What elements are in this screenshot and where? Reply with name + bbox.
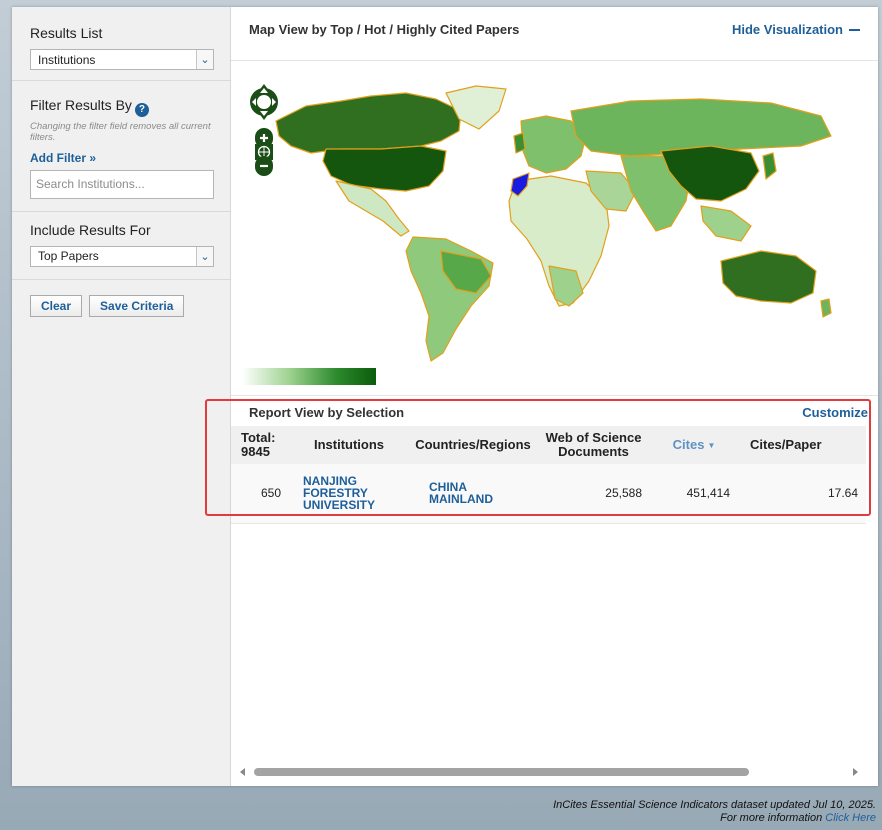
scroll-thumb[interactable] bbox=[254, 768, 749, 776]
total-label: Total: bbox=[241, 430, 276, 445]
hide-visualization-label: Hide Visualization bbox=[731, 22, 843, 37]
chevron-down-icon[interactable]: ⌄ bbox=[196, 50, 213, 69]
more-info-prefix: For more information bbox=[720, 812, 826, 824]
institution-line3: UNIVERSITY bbox=[303, 498, 376, 513]
filter-section: Filter Results By? Changing the filter f… bbox=[12, 81, 230, 212]
country-cell: CHINA MAINLAND bbox=[409, 464, 537, 523]
institution-cell: NANJING FORESTRY UNIVERSITY bbox=[289, 464, 409, 523]
sidebar: Results List Institutions ⌄ Filter Resul… bbox=[12, 7, 231, 786]
map-color-legend bbox=[242, 368, 376, 385]
map-region-se-asia[interactable] bbox=[700, 205, 752, 242]
map-region-japan[interactable] bbox=[762, 152, 777, 180]
horizontal-scrollbar[interactable] bbox=[238, 765, 864, 777]
report-header: Report View by Selection Customize bbox=[231, 396, 878, 426]
map-region-canada[interactable] bbox=[275, 92, 462, 154]
scroll-right-icon[interactable] bbox=[853, 768, 858, 776]
col-cites-label: Cites bbox=[672, 436, 705, 452]
filter-title: Filter Results By? bbox=[30, 97, 212, 117]
results-table: Total: 9845 Institutions Countries/Regio… bbox=[231, 426, 866, 524]
map-header: Map View by Top / Hot / Highly Cited Pap… bbox=[231, 7, 878, 61]
results-list-select[interactable]: Institutions ⌄ bbox=[30, 49, 214, 70]
include-value: Top Papers bbox=[38, 249, 99, 263]
search-institutions-input[interactable] bbox=[30, 169, 214, 199]
world-map[interactable] bbox=[231, 61, 878, 396]
cites-cell: 451,414 bbox=[686, 486, 730, 501]
hide-visualization-button[interactable]: Hide Visualization bbox=[732, 22, 860, 37]
col-countries[interactable]: Countries/Regions bbox=[409, 426, 537, 464]
col-wos-line1: Web of Science bbox=[545, 430, 642, 445]
include-section: Include Results For Top Papers ⌄ bbox=[12, 212, 230, 280]
include-title: Include Results For bbox=[30, 221, 151, 238]
map-region-australia[interactable] bbox=[720, 250, 817, 304]
results-list-title: Results List bbox=[30, 25, 103, 41]
app-window: Results List Institutions ⌄ Filter Resul… bbox=[12, 7, 878, 786]
help-icon[interactable]: ? bbox=[134, 102, 149, 117]
map-region-uk[interactable] bbox=[513, 132, 526, 154]
cpp-cell: 17.64 bbox=[827, 486, 858, 501]
click-here-link[interactable]: Click Here bbox=[825, 812, 876, 824]
more-info-line: For more information Click Here bbox=[553, 812, 876, 825]
country-line2: MAINLAND bbox=[429, 492, 493, 507]
table-header-row: Total: 9845 Institutions Countries/Regio… bbox=[231, 426, 866, 464]
pan-icon[interactable] bbox=[250, 84, 278, 120]
results-list-section: Results List Institutions ⌄ bbox=[12, 7, 230, 81]
map-zoom-controls bbox=[247, 78, 283, 185]
clear-button[interactable]: Clear bbox=[30, 294, 83, 317]
col-institutions[interactable]: Institutions bbox=[289, 426, 409, 464]
scroll-left-icon[interactable] bbox=[240, 768, 245, 776]
col-cites-per-paper[interactable]: Cites/Paper bbox=[738, 426, 866, 464]
total-header: Total: 9845 bbox=[231, 426, 289, 464]
report-title: Report View by Selection bbox=[249, 405, 405, 420]
col-wos-line2: Documents bbox=[558, 444, 629, 459]
save-criteria-button[interactable]: Save Criteria bbox=[89, 294, 185, 317]
filter-title-text: Filter Results By bbox=[30, 97, 132, 113]
country-link[interactable]: CHINA MAINLAND bbox=[429, 481, 537, 505]
world-map-svg[interactable] bbox=[231, 61, 877, 396]
chevron-down-icon[interactable]: ⌄ bbox=[196, 246, 213, 266]
map-region-new-zealand[interactable] bbox=[820, 298, 832, 318]
rank-cell: 650 bbox=[260, 486, 281, 501]
institution-link[interactable]: NANJING FORESTRY UNIVERSITY bbox=[303, 475, 409, 511]
wos-cell: 25,588 bbox=[605, 486, 642, 501]
total-value: 9845 bbox=[241, 444, 270, 459]
zoom-out-icon[interactable] bbox=[255, 156, 273, 176]
results-list-value: Institutions bbox=[38, 52, 96, 67]
col-cites[interactable]: Cites ▼ bbox=[650, 426, 738, 464]
filter-note: Changing the filter field removes all cu… bbox=[30, 120, 211, 143]
customize-link[interactable]: Customize bbox=[802, 405, 868, 420]
footer: InCites Essential Science Indicators dat… bbox=[553, 799, 876, 825]
minus-icon bbox=[849, 28, 860, 31]
main-panel: Map View by Top / Hot / Highly Cited Pap… bbox=[205, 7, 878, 786]
table-row[interactable]: 650 NANJING FORESTRY UNIVERSITY CHINA MA… bbox=[231, 464, 866, 523]
add-filter-link[interactable]: Add Filter » bbox=[30, 151, 96, 165]
button-row: Clear Save Criteria bbox=[12, 280, 230, 332]
dataset-updated-note: InCites Essential Science Indicators dat… bbox=[553, 799, 876, 811]
col-wos-documents[interactable]: Web of Science Documents bbox=[537, 426, 650, 464]
include-select[interactable]: Top Papers ⌄ bbox=[30, 245, 214, 267]
sort-desc-icon: ▼ bbox=[707, 440, 716, 450]
map-title: Map View by Top / Hot / Highly Cited Pap… bbox=[249, 22, 520, 37]
